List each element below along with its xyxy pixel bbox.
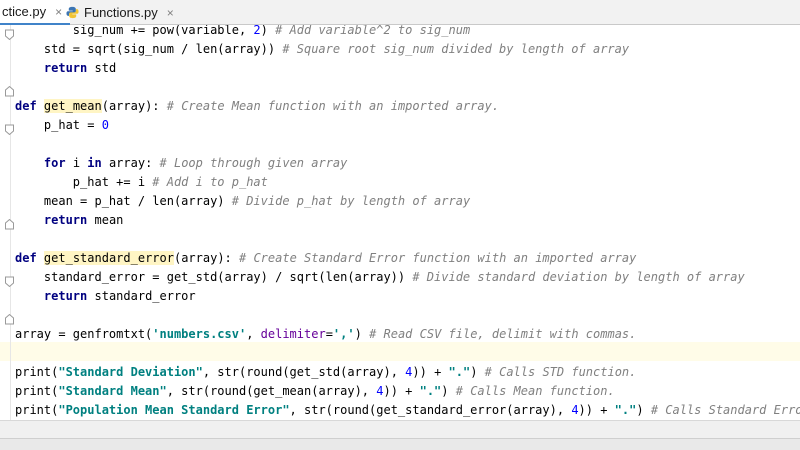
editor-tab-bar: ctice.py × Functions.py × [0,0,800,26]
fold-marker-icon[interactable] [5,29,14,40]
status-bar [0,438,800,450]
fold-marker-icon[interactable] [5,276,14,287]
code-line[interactable]: for i in array: # Loop through given arr… [15,154,347,173]
code-line[interactable]: def get_standard_error(array): # Create … [15,249,636,268]
fold-marker-icon[interactable] [5,86,14,97]
code-comment: # Loop through given array [159,156,348,170]
code-line[interactable]: print("Population Mean Standard Error", … [15,401,800,420]
code-comment: # Create Standard Error function with an… [239,251,637,265]
code-line[interactable]: sig_num += pow(variable, 2) # Add variab… [15,25,470,40]
fold-marker-icon[interactable] [5,124,14,135]
code-line[interactable]: std = sqrt(sig_num / len(array)) # Squar… [15,40,629,59]
code-comment: # Divide p_hat by length of array [231,194,471,208]
code-comment: # Divide standard deviation by length of… [412,270,745,284]
code-line[interactable]: return standard_error [15,287,196,306]
code-line[interactable]: mean = p_hat / len(array) # Divide p_hat… [15,192,470,211]
horizontal-scrollbar[interactable] [0,420,800,438]
code-line[interactable]: p_hat += i # Add i to p_hat [15,173,268,192]
code-comment: # Create Mean function with an imported … [166,99,500,113]
code-comment: # Calls STD function. [484,365,637,379]
code-line[interactable]: p_hat = 0 [15,116,109,135]
code-line[interactable]: standard_error = get_std(array) / sqrt(l… [15,268,745,287]
function-name: get_mean [43,99,102,113]
tab-functions-py[interactable]: Functions.py × [58,0,182,25]
code-line[interactable]: print("Standard Mean", str(round(get_mea… [15,382,615,401]
close-tab-icon[interactable]: × [167,6,174,20]
tab-label: Functions.py [84,5,158,20]
code-line[interactable]: print("Standard Deviation", str(round(ge… [15,363,636,382]
code-comment: # Square root sig_num divided by length … [282,42,630,56]
code-comment: # Calls Mean function. [455,384,615,398]
code-comment: # Add variable^2 to sig_num [275,25,471,37]
fold-marker-icon[interactable] [5,314,14,325]
code-line[interactable]: return mean [15,211,123,230]
code-comment: # Add i to p_hat [152,175,268,189]
code-editor[interactable]: sig_num += pow(variable, 2) # Add variab… [0,25,800,420]
fold-marker-icon[interactable] [5,219,14,230]
code-line[interactable]: array = genfromtxt('numbers.csv', delimi… [15,325,636,344]
code-line[interactable]: return std [15,59,116,78]
code-comment: # Read CSV file, delimit with commas. [369,327,637,341]
code-comment: # Calls Standard Error function. [650,403,800,417]
python-file-icon [66,6,79,19]
function-name: get_standard_error [43,251,174,265]
current-line-highlight [0,342,800,361]
code-line[interactable]: def get_mean(array): # Create Mean funct… [15,97,499,116]
tab-label: ctice.py [2,4,47,19]
